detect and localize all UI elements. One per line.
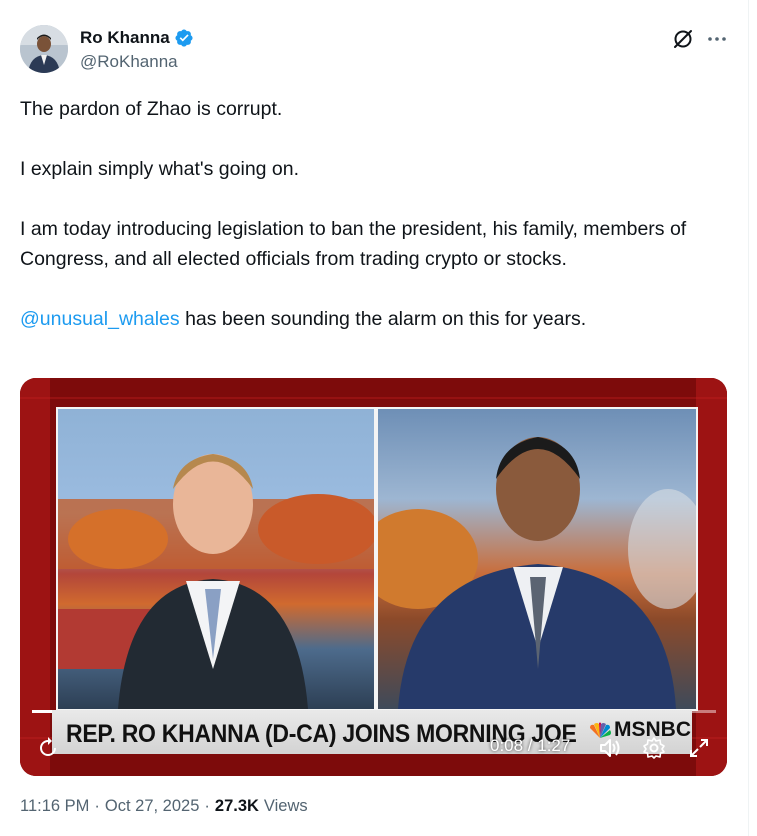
mention-link[interactable]: @unusual_whales (20, 308, 180, 330)
views-count[interactable]: 27.3K (215, 797, 259, 816)
grok-icon[interactable] (671, 27, 695, 51)
views-label: Views (263, 797, 308, 815)
tweet-time[interactable]: 11:16 PM (20, 797, 89, 816)
author-handle[interactable]: @RoKhanna (80, 52, 178, 72)
volume-icon[interactable] (598, 736, 622, 760)
author-name-row[interactable]: Ro Khanna (80, 28, 194, 48)
tweet-meta: 11:16 PM · Oct 27, 2025 · 27.3K Views (20, 797, 308, 816)
tweet-line-2: I explain simply what's going on. (20, 158, 300, 180)
tweet-line-1: The pardon of Zhao is corrupt. (20, 98, 283, 120)
meta-separator: · (94, 797, 100, 815)
fullscreen-icon[interactable] (687, 736, 711, 760)
video-panel-host (58, 409, 378, 709)
author-avatar[interactable] (20, 25, 68, 73)
replay-icon[interactable] (36, 736, 60, 760)
tweet-line-4-text: has been sounding the alarm on this for … (179, 308, 587, 330)
tweet-card: Ro Khanna @RoKhanna The pardon of Zhao i… (0, 0, 749, 836)
tweet-line-3: I am today introducing legislation to ba… (20, 218, 687, 270)
author-name[interactable]: Ro Khanna (80, 28, 170, 48)
tweet-date[interactable]: Oct 27, 2025 (105, 797, 199, 816)
avatar-photo-icon (20, 25, 68, 73)
video-panel-guest (358, 409, 708, 709)
tweet-line-4: @unusual_whales has been sounding the al… (20, 304, 720, 334)
more-icon[interactable] (706, 27, 728, 51)
settings-icon[interactable] (642, 736, 666, 760)
tweet-text: The pardon of Zhao is corrupt. I explain… (20, 94, 720, 334)
verified-badge-icon (174, 28, 194, 48)
meta-separator: · (204, 797, 210, 815)
video-time: 0:08 / 1:27 (490, 736, 571, 755)
video-frame (56, 407, 708, 711)
video-player[interactable]: REP. RO KHANNA (D-CA) JOINS MORNING JOE … (20, 378, 727, 776)
